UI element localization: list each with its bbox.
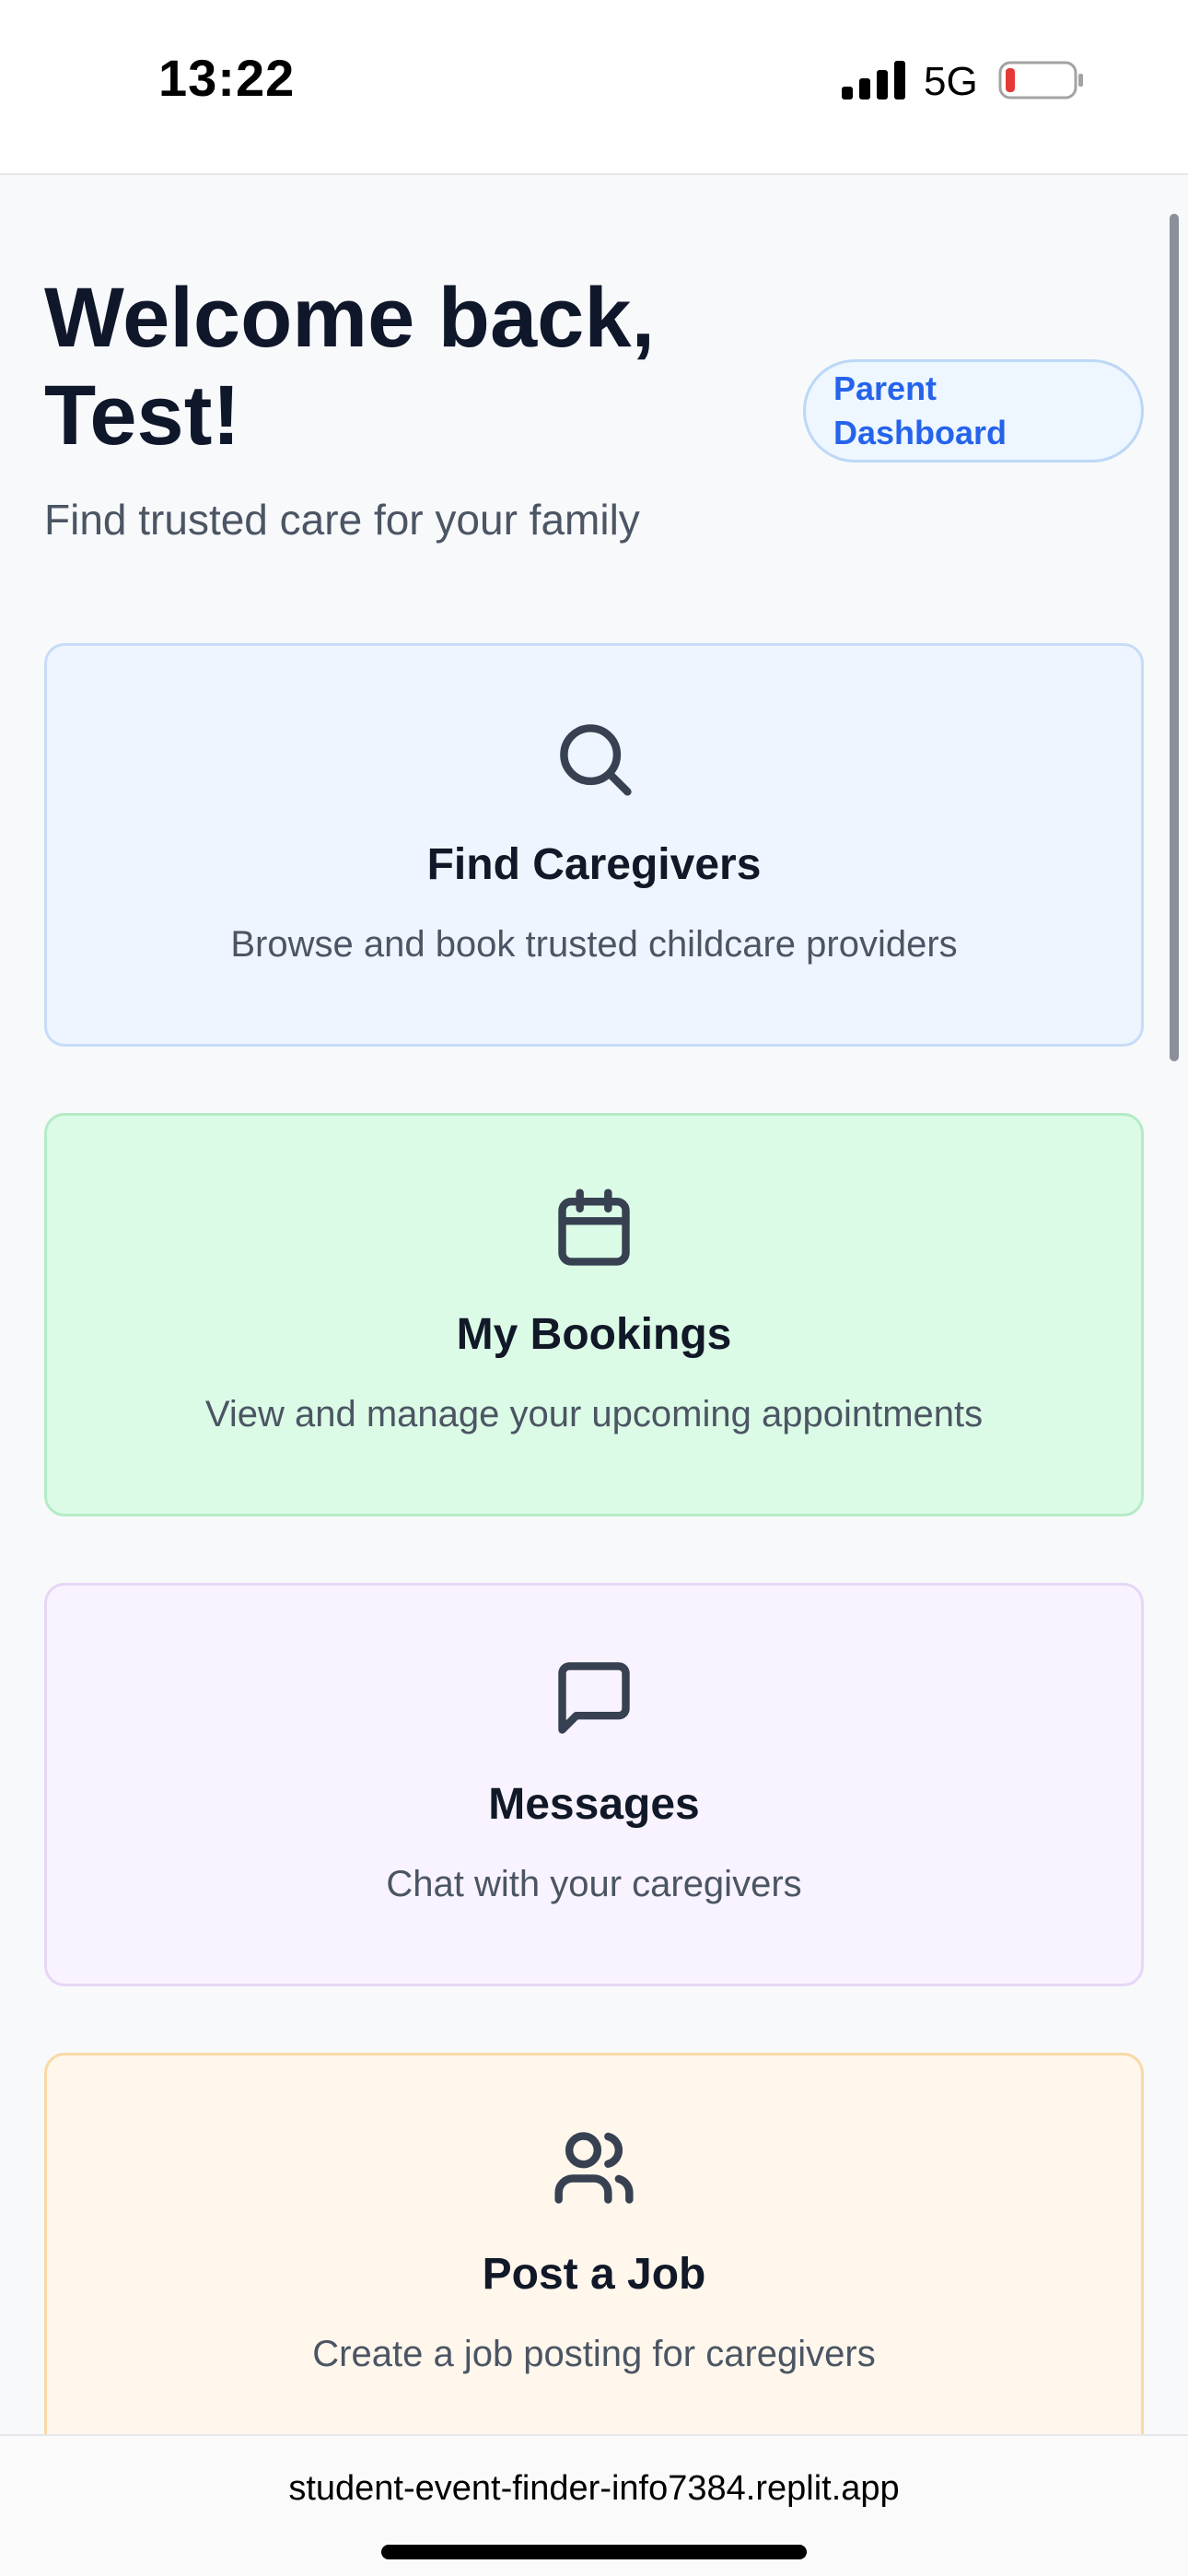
find-caregivers-card[interactable]: Find Caregivers Browse and book trusted …: [44, 643, 1144, 1047]
card-description: Chat with your caregivers: [386, 1864, 802, 1904]
messages-card[interactable]: Messages Chat with your caregivers: [44, 1583, 1144, 1986]
my-bookings-card[interactable]: My Bookings View and manage your upcomin…: [44, 1113, 1144, 1516]
network-type: 5G: [924, 59, 978, 104]
battery-low-icon: [998, 61, 1083, 100]
users-icon: [554, 2132, 634, 2204]
page-subtitle: Find trusted care for your family: [44, 496, 640, 544]
signal-bars-icon: [842, 61, 905, 100]
card-title: Post a Job: [482, 2250, 706, 2299]
status-time: 13:22: [158, 49, 296, 107]
home-indicator[interactable]: [381, 2545, 807, 2559]
card-title: My Bookings: [456, 1310, 732, 1359]
card-description: View and manage your upcoming appointmen…: [204, 1394, 984, 1434]
card-title: Find Caregivers: [426, 840, 762, 889]
status-bar: 13:22 5G: [0, 0, 1188, 175]
card-description: Create a job posting for caregivers: [312, 2334, 876, 2374]
scrollbar[interactable]: [1170, 214, 1179, 1061]
search-icon: [560, 724, 632, 796]
browser-url-bar[interactable]: student-event-finder-info7384.replit.app: [0, 2434, 1188, 2576]
calendar-icon: [558, 1188, 630, 1266]
page-title: Welcome back, Test!: [44, 271, 656, 463]
message-icon: [558, 1662, 630, 1734]
dashboard-main[interactable]: Welcome back, Test! Parent Dashboard Fin…: [0, 177, 1188, 2532]
url-text[interactable]: student-event-finder-info7384.replit.app: [0, 2469, 1188, 2509]
role-badge: Parent Dashboard: [803, 359, 1144, 463]
card-title: Messages: [488, 1780, 700, 1829]
card-description: Browse and book trusted childcare provid…: [230, 924, 958, 965]
